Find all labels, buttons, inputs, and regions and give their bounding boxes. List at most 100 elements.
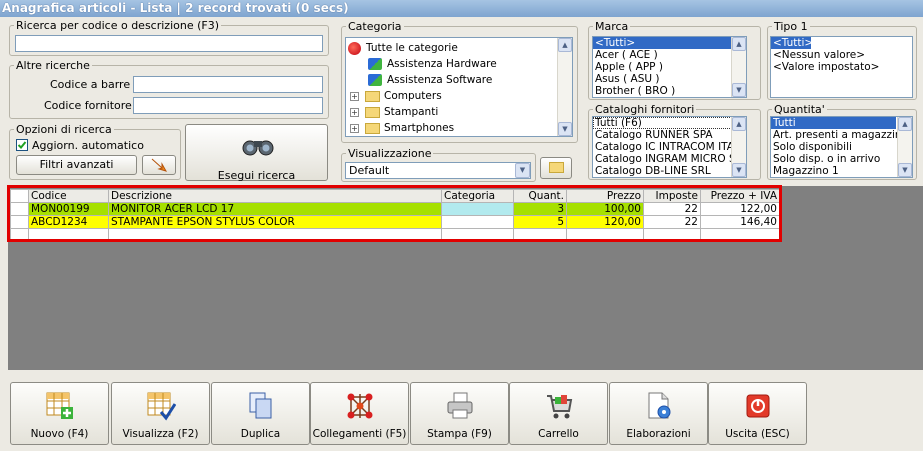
links-button[interactable]: Collegamenti (F5) [310,382,409,445]
scroll-up-icon[interactable]: ▲ [898,117,912,131]
exit-icon [746,394,770,418]
quantity-item[interactable]: Magazzino 1 [771,165,912,177]
barcode-label: Codice a barre : [50,78,138,91]
links-button-label: Collegamenti (F5) [312,428,407,440]
category-item-label: Stampanti [384,106,439,118]
brand-item[interactable]: Brother ( BRO ) [593,85,746,97]
folder-icon [365,106,380,118]
cart-icon [547,395,573,419]
exit-button[interactable]: Uscita (ESC) [708,382,807,445]
scroll-down-icon[interactable]: ▼ [558,122,572,136]
search-input[interactable] [15,35,323,52]
processing-icon [648,392,671,419]
type1-list[interactable]: <Tutti> <Nessun valore> <Valore impostat… [770,36,913,98]
supplier-code-label: Codice fornitore : [44,99,140,112]
quantity-item[interactable]: Solo disponibili [771,141,912,153]
scroll-up-icon[interactable]: ▲ [732,37,746,51]
advanced-filters-label: Filtri avanzati [39,158,114,171]
type1-item[interactable]: <Nessun valore> [771,49,912,61]
supplier-code-input[interactable] [133,97,323,114]
brand-item[interactable]: Apple ( APP ) [593,61,746,73]
cart-button-label: Carrello [538,428,579,440]
print-button[interactable]: Stampa (F9) [410,382,509,445]
open-folder-button[interactable] [540,157,572,179]
duplicate-icon [249,392,272,419]
view-selected: Default [349,164,390,177]
auto-update-label: Aggiorn. automatico [32,139,144,152]
brand-list[interactable]: <Tutti> Acer ( ACE ) Apple ( APP ) Asus … [592,36,747,98]
category-scrollbar[interactable]: ▲ ▼ [557,38,572,136]
expand-icon[interactable]: + [350,107,359,117]
view-button[interactable]: Visualizza (F2) [111,382,210,445]
advanced-filters-arrow-button[interactable] [142,155,176,175]
strawberry-icon [348,41,361,55]
scroll-down-icon[interactable]: ▼ [898,163,912,177]
catalog-item[interactable]: Tutti (F6) [593,117,746,129]
links-icon [347,393,373,419]
exit-button-label: Uscita (ESC) [725,428,790,440]
folder-icon [365,122,380,134]
scroll-down-icon[interactable]: ▼ [732,163,746,177]
quantity-scrollbar[interactable]: ▲ ▼ [897,117,912,177]
new-button[interactable]: Nuovo (F4) [10,382,109,445]
category-item-label: Computers [384,90,442,102]
other-search-legend: Altre ricerche [16,59,90,72]
catalog-item[interactable]: Catalogo DB-LINE SRL [593,165,746,177]
quantity-legend: Quantita' [774,103,825,116]
category-item[interactable]: + Stampanti [350,104,438,120]
expand-icon[interactable]: + [350,123,359,133]
category-tree[interactable]: Tutte le categorie Assistenza Hardware A… [345,37,573,137]
category-item[interactable]: + Smartphones [350,120,454,136]
scroll-up-icon[interactable]: ▲ [732,117,746,131]
cart-button[interactable]: Carrello [509,382,608,445]
catalogs-scrollbar[interactable]: ▲ ▼ [731,117,746,177]
arrow-icon [151,158,168,172]
chevron-down-icon[interactable]: ▼ [515,163,530,178]
auto-update-checkbox[interactable] [16,139,28,151]
search-options-legend: Opzioni di ricerca [16,123,112,136]
window-title: Anagrafica articoli - Lista | 2 record t… [0,0,923,17]
scroll-down-icon[interactable]: ▼ [732,83,746,97]
category-item[interactable]: Tutte le categorie [348,40,458,56]
binoculars-icon [242,140,274,156]
type1-legend: Tipo 1 [774,20,808,33]
category-item[interactable]: + Computers [350,88,442,104]
advanced-filters-button[interactable]: Filtri avanzati [16,155,137,175]
type1-item[interactable]: <Tutti> [771,37,813,49]
folder-icon [548,162,564,173]
supplier-catalogs-list[interactable]: Tutti (F6) Catalogo RUNNER SPA Catalogo … [592,116,747,178]
print-button-label: Stampa (F9) [427,428,492,440]
category-item-label: Tutte le categorie [366,42,458,54]
duplicate-button[interactable]: Duplica [211,382,310,445]
quantity-item[interactable]: Art. presenti a magazzino [771,129,912,141]
type1-item[interactable]: <Valore impostato> [771,61,912,73]
scroll-up-icon[interactable]: ▲ [558,38,572,52]
catalog-item[interactable]: Catalogo INGRAM MICRO SRL [593,153,746,165]
category-legend: Categoria [348,20,402,33]
expand-icon[interactable]: + [350,91,359,101]
new-grid-icon [46,392,73,419]
execute-search-button[interactable]: Esegui ricerca [185,124,328,182]
duplicate-button-label: Duplica [240,428,281,440]
catalog-item[interactable]: Catalogo RUNNER SPA [593,129,746,141]
catalog-item[interactable]: Catalogo IC INTRACOM ITAL [593,141,746,153]
brand-item[interactable]: Acer ( ACE ) [593,49,746,61]
view-select[interactable]: Default ▼ [345,162,531,179]
category-item-label: Smartphones [384,122,455,134]
brand-scrollbar[interactable]: ▲ ▼ [731,37,746,97]
highlight-frame [7,185,782,242]
execute-search-label: Esegui ricerca [217,169,296,182]
barcode-input[interactable] [133,76,323,93]
quantity-item[interactable]: Solo disp. o in arrivo [771,153,912,165]
quantity-item[interactable]: Tutti [771,117,896,129]
category-item[interactable]: Assistenza Hardware [368,56,497,72]
processing-button[interactable]: Elaborazioni [609,382,708,445]
new-button-label: Nuovo (F4) [30,428,89,440]
category-item-label: Assistenza Software [387,74,493,86]
quantity-list[interactable]: Tutti Art. presenti a magazzino Solo dis… [770,116,913,178]
brand-item[interactable]: <Tutti> [593,37,746,49]
brand-legend: Marca [595,20,629,33]
brand-item[interactable]: Asus ( ASU ) [593,73,746,85]
category-item[interactable]: Assistenza Software [368,72,492,88]
service-icon [368,58,382,70]
